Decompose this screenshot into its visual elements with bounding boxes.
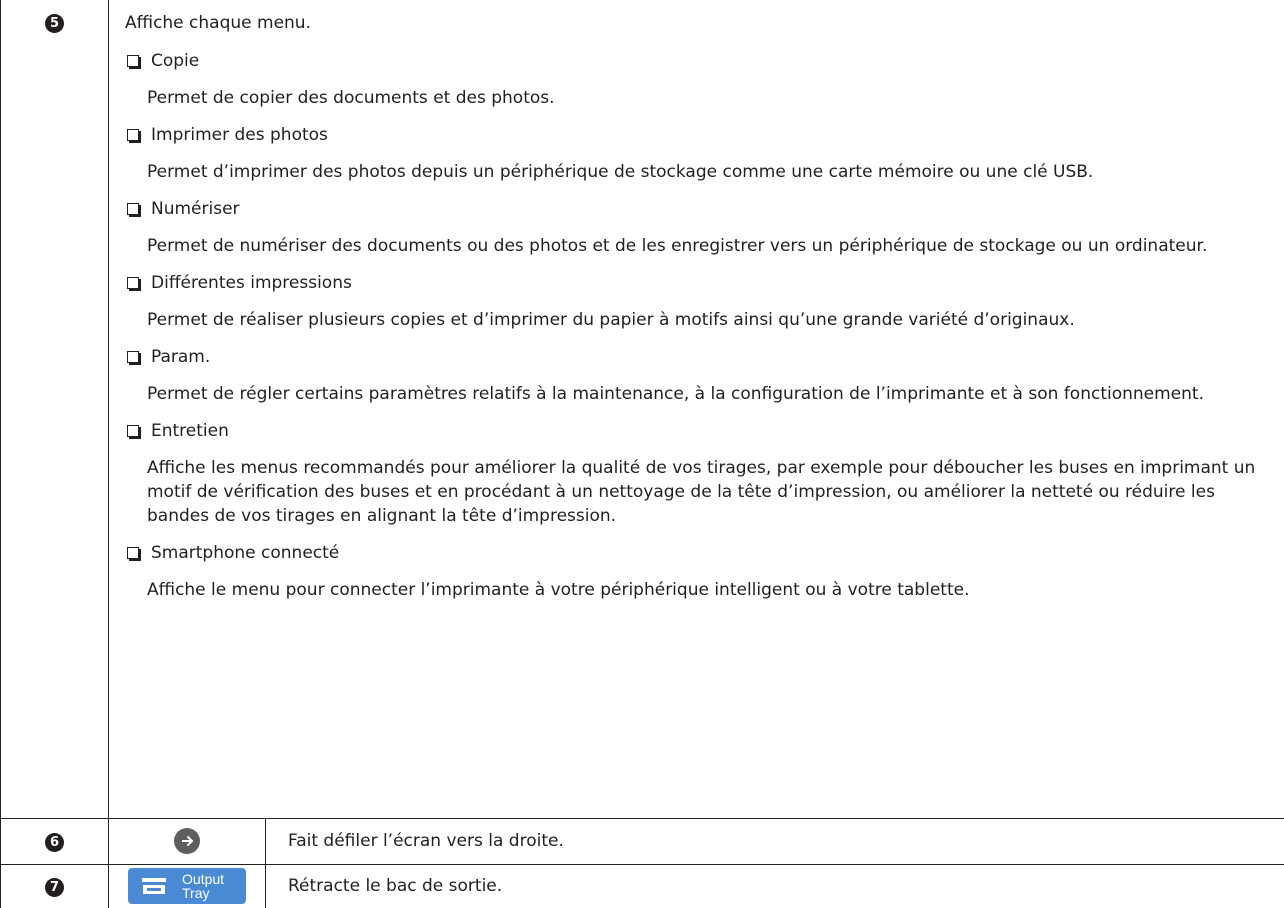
menu-item-smartphone-connecte: Smartphone connecté Affiche le menu pour… xyxy=(125,542,1269,602)
menu-item-differentes-impressions: Différentes impressions Permet de réalis… xyxy=(125,272,1269,332)
menu-item-title: Entretien xyxy=(151,421,229,441)
checkbox-bullet-icon xyxy=(127,351,139,363)
intro-text: Affiche chaque menu. xyxy=(125,13,311,33)
menu-item-description: Permet de régler certains paramètres rel… xyxy=(147,384,1204,404)
icon-cell: Output Tray xyxy=(108,863,266,908)
number-badge-7: 7 xyxy=(45,877,64,897)
menu-item-title: Numériser xyxy=(151,199,240,219)
menu-item-title: Imprimer des photos xyxy=(151,125,328,145)
menu-item-description: Permet de réaliser plusieurs copies et d… xyxy=(147,310,1075,330)
menu-item-title: Différentes impressions xyxy=(151,273,352,293)
table-row-6: 6 Fait défiler l’écran vers la droite. xyxy=(0,817,1284,865)
number-badge-5: 5 xyxy=(45,14,64,33)
row-number-cell: 7 xyxy=(0,863,109,908)
row-description: Rétracte le bac de sortie. xyxy=(264,863,1284,908)
menu-item-title: Smartphone connecté xyxy=(151,543,340,563)
checkbox-bullet-icon xyxy=(127,277,139,289)
menu-item-imprimer-photos: Imprimer des photos Permet d’imprimer de… xyxy=(125,124,1269,184)
checkbox-bullet-icon xyxy=(127,203,139,215)
number-badge-6: 6 xyxy=(45,832,64,852)
menu-item-param: Param. Permet de régler certains paramèt… xyxy=(125,346,1269,406)
checkbox-bullet-icon xyxy=(127,547,139,559)
menu-description-cell: Affiche chaque menu. Copie Permet de cop… xyxy=(107,0,1284,819)
menu-item-title: Copie xyxy=(151,51,200,71)
table-row-7: 7 Output Tray Rétracte le bac de sortie. xyxy=(0,863,1284,908)
output-tray-icon xyxy=(142,878,166,895)
output-tray-button[interactable]: Output Tray xyxy=(128,868,246,905)
menu-item-description: Permet de copier des documents et des ph… xyxy=(147,88,555,108)
menu-item-numeriser: Numériser Permet de numériser des docume… xyxy=(125,198,1269,258)
menu-item-description: Affiche le menu pour connecter l’imprima… xyxy=(147,580,970,600)
row-description: Fait défiler l’écran vers la droite. xyxy=(264,817,1284,865)
menu-item-title: Param. xyxy=(151,347,211,367)
menu-item-description: Permet d’imprimer des photos depuis un p… xyxy=(147,162,1094,182)
right-arrow-icon[interactable] xyxy=(174,828,200,854)
checkbox-bullet-icon xyxy=(127,425,139,437)
icon-cell xyxy=(108,817,266,865)
row-number-cell: 6 xyxy=(0,817,109,865)
checkbox-bullet-icon xyxy=(127,55,139,67)
row-number-cell: 5 xyxy=(0,0,109,819)
menu-item-description: Permet de numériser des documents ou des… xyxy=(147,236,1208,256)
menu-item-copie: Copie Permet de copier des documents et … xyxy=(125,50,1269,110)
description-table: 5 Affiche chaque menu. Copie Permet de c… xyxy=(0,0,1284,908)
menu-item-entretien: Entretien Affiche les menus recommandés … xyxy=(125,420,1269,528)
table-row-5: 5 Affiche chaque menu. Copie Permet de c… xyxy=(0,0,1284,819)
checkbox-bullet-icon xyxy=(127,129,139,141)
output-tray-label: Output Tray xyxy=(182,871,225,902)
menu-item-description: Affiche les menus recommandés pour améli… xyxy=(147,458,1256,526)
